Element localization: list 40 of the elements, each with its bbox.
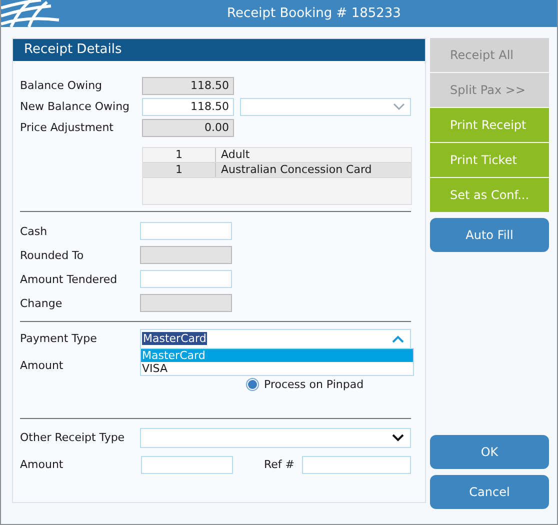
table-cell: 1 xyxy=(143,163,216,177)
field-label: New Balance Owing xyxy=(20,100,131,113)
dropdown-field[interactable] xyxy=(240,98,411,116)
input-field[interactable] xyxy=(302,456,411,474)
dialog-button[interactable]: OK xyxy=(430,435,549,469)
table-cell-text: Australian Concession Card xyxy=(220,163,372,177)
field-label: Amount xyxy=(20,458,64,471)
field-label: Rounded To xyxy=(20,248,85,262)
dropdown-option[interactable]: MasterCard xyxy=(141,348,413,362)
field-label: Balance Owing xyxy=(20,79,104,92)
field-label: Cash xyxy=(20,224,48,238)
field-label: Other Receipt Type xyxy=(20,431,126,444)
panel-title: Receipt Details xyxy=(13,39,425,61)
action-button[interactable]: Auto Fill xyxy=(430,218,549,252)
dialog-button[interactable]: Cancel xyxy=(430,475,549,509)
chevron-up-icon xyxy=(392,334,404,342)
field-label: Amount xyxy=(20,359,64,372)
field-label: Payment Type xyxy=(20,332,98,345)
action-button[interactable]: Print Receipt xyxy=(430,108,549,142)
amount-field: 0.00 xyxy=(142,118,234,136)
chevron-down-icon xyxy=(393,102,405,110)
table-cell-text: Adult xyxy=(220,148,250,162)
dropdown-option[interactable]: VISA xyxy=(141,362,413,374)
field-label: Change xyxy=(20,296,64,310)
radio-button[interactable] xyxy=(246,378,259,391)
chevron-down-icon xyxy=(392,434,404,442)
amount-field: 118.50 xyxy=(142,76,234,94)
window-title: Receipt Booking # 185233 xyxy=(226,6,401,21)
input-field[interactable] xyxy=(141,456,233,474)
field-label: Price Adjustment xyxy=(20,121,114,134)
table-cell: 1 xyxy=(143,148,216,162)
amount-field[interactable]: 118.50 xyxy=(142,98,234,116)
receipt-type-dropdown[interactable] xyxy=(140,428,411,448)
field-label: Amount Tendered xyxy=(20,272,118,286)
radio-label: Process on Pinpad xyxy=(264,378,364,391)
input-field[interactable] xyxy=(140,270,232,288)
field-label: Ref # xyxy=(264,458,296,471)
input-field[interactable] xyxy=(140,222,232,240)
action-button[interactable]: Set as Conf... xyxy=(430,178,549,212)
action-button[interactable]: Print Ticket xyxy=(430,143,549,177)
